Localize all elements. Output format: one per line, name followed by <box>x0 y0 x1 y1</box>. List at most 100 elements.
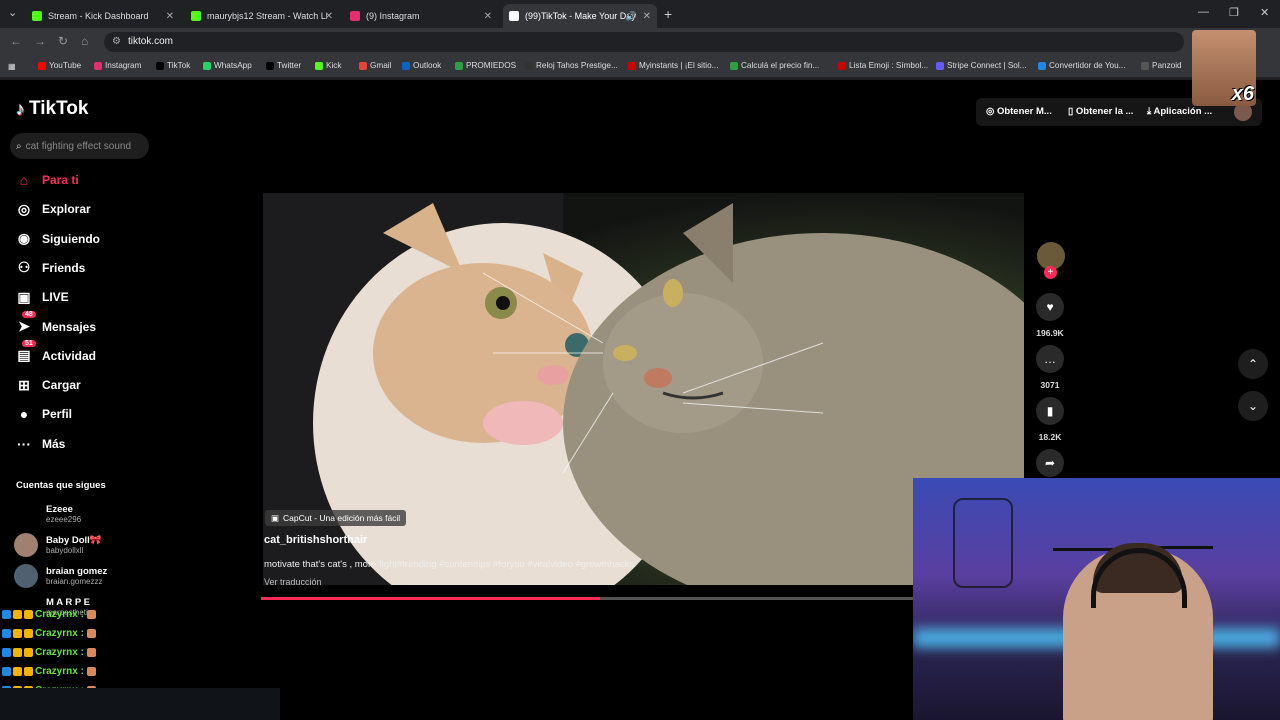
chat-badge-icon <box>2 629 11 638</box>
get-coins-button[interactable]: ◎ Obtener M... <box>986 106 1052 117</box>
close-icon[interactable]: ✕ <box>325 11 333 22</box>
home-icon: ⌂ <box>19 172 29 188</box>
avatar <box>14 533 38 557</box>
video-progress-bar[interactable] <box>261 597 913 600</box>
get-app-button[interactable]: ▯ Obtener la ... <box>1068 106 1133 117</box>
nav-item-perfil[interactable]: ● Perfil <box>14 403 72 425</box>
bookmark-item[interactable]: PROMIEDOS <box>455 61 516 70</box>
more-icon: ··· <box>17 435 31 452</box>
bookmark-icon: ▮ <box>1046 404 1054 418</box>
chevron-up-icon: ⌃ <box>1247 357 1259 371</box>
capcut-icon: ▣ <box>271 512 280 523</box>
bookmark-item[interactable]: WhatsApp <box>203 61 252 70</box>
bookmark-item[interactable]: Stripe Connect | Sol... <box>936 61 1027 70</box>
bookmark-item[interactable]: Reloj Tahos Prestige... <box>525 61 618 70</box>
share-button[interactable]: ➦ <box>1036 449 1064 477</box>
forward-icon[interactable]: → <box>34 34 46 48</box>
next-video-button[interactable]: ⌄ <box>1238 391 1268 421</box>
video-description: motivate that's cat's , more fight#trend… <box>264 559 635 570</box>
chat-badge-icon <box>24 610 33 619</box>
bookmark-item[interactable]: Panzoid <box>1141 61 1182 70</box>
chat-message: Crazyrnx : <box>2 647 98 658</box>
tab-search-icon[interactable]: ⌄ <box>8 6 17 19</box>
home-icon[interactable]: ⌂ <box>81 34 88 48</box>
close-icon[interactable]: ✕ <box>643 11 651 22</box>
nav-item-explorar[interactable]: ◎ Explorar <box>14 198 91 220</box>
close-icon[interactable]: ✕ <box>166 11 174 22</box>
profile-icon: ● <box>19 406 29 423</box>
nav-item-más[interactable]: ··· Más <box>14 433 65 455</box>
address-bar[interactable]: ⚙ tiktok.com <box>104 32 1184 52</box>
chat-message: Crazyrnx : <box>2 628 98 639</box>
nav-item-siguiendo[interactable]: ◉ Siguiendo <box>14 228 100 250</box>
comment-button[interactable]: … <box>1036 345 1064 373</box>
back-icon[interactable]: ← <box>10 34 22 48</box>
live-icon: ▣ <box>17 288 31 305</box>
nav-item-mensajes[interactable]: ➤ 48 Mensajes <box>14 310 96 338</box>
tab-instagram[interactable]: (9) Instagram ✕ <box>344 4 498 28</box>
save-button[interactable]: ▮ <box>1036 397 1064 425</box>
tab-tiktok[interactable]: (99)TikTok - Make Your Day 🔊 ✕ <box>503 4 657 28</box>
chat-badge-icon <box>24 648 33 657</box>
bookmark-item[interactable]: Twitter <box>266 61 301 70</box>
bookmark-favicon-icon <box>455 61 463 70</box>
site-info-icon[interactable]: ⚙ <box>112 36 121 47</box>
chat-badge-icon <box>2 610 11 619</box>
shelf <box>1053 548 1113 551</box>
account-text: Ezeee ezeee296 <box>46 504 82 524</box>
bookmark-favicon-icon <box>266 61 274 70</box>
follow-plus-icon[interactable]: + <box>1044 266 1057 279</box>
maximize-icon[interactable]: ❐ <box>1229 6 1239 19</box>
video-player[interactable] <box>263 193 1024 585</box>
desktop-app-button[interactable]: ⤓ Aplicación ... <box>1147 106 1212 117</box>
tiktok-logo[interactable]: ♪ TikTok <box>16 98 88 120</box>
bookmark-item[interactable]: Instagram <box>94 61 141 70</box>
bookmark-item[interactable]: Convertidor de You... <box>1038 61 1125 70</box>
bookmark-item[interactable]: TikTok <box>156 61 190 70</box>
compass-icon: ◎ <box>17 200 31 217</box>
bookmark-favicon-icon <box>525 61 533 70</box>
nav-item-friends[interactable]: ⚇ Friends <box>14 257 86 279</box>
emote-overlay: x6 <box>1192 30 1256 106</box>
video-username[interactable]: cat_britishshorthair <box>264 534 367 546</box>
following-account[interactable]: Ezeee ezeee296 <box>14 502 81 526</box>
bookmark-item[interactable]: Myinstants | ¡El sitio... <box>628 61 718 70</box>
window-close-icon[interactable]: ✕ <box>1260 6 1269 19</box>
bookmark-item[interactable]: Calculá el precio fin... <box>730 61 819 70</box>
like-button[interactable]: ♥ <box>1036 293 1064 321</box>
minimize-icon[interactable]: — <box>1198 6 1209 18</box>
emote-icon <box>86 629 96 638</box>
bookmark-item[interactable]: Lista Emoji : Símbol... <box>838 61 928 70</box>
bookmark-item[interactable]: YouTube <box>38 61 81 70</box>
chat-message: Crazyrnx : <box>2 666 98 677</box>
speaker-icon[interactable]: 🔊 <box>626 11 637 22</box>
nav-item-para-ti[interactable]: ⌂ Para ti <box>14 169 79 191</box>
new-tab-button[interactable]: + <box>664 6 672 22</box>
chat-badge-icon <box>2 648 11 657</box>
chat-badge-icon <box>13 610 22 619</box>
likes-count: 196.9K <box>1036 328 1064 338</box>
close-icon[interactable]: ✕ <box>484 11 492 22</box>
nav-item-live[interactable]: ▣ LIVE <box>14 286 68 308</box>
bookmark-favicon-icon <box>838 61 846 70</box>
chat-badge-icon <box>13 648 22 657</box>
following-account[interactable]: braian gomez braian.gomezzz <box>14 564 107 588</box>
bookmark-item[interactable]: Outlook <box>402 61 441 70</box>
bookmark-item[interactable]: Kick <box>315 61 341 70</box>
nav-item-cargar[interactable]: ⊞ Cargar <box>14 374 81 396</box>
reload-icon[interactable]: ↻ <box>58 34 68 48</box>
apps-icon[interactable]: ▦ <box>8 61 16 71</box>
account-text: braian gomez braian.gomezzz <box>46 566 108 586</box>
capcut-tag[interactable]: ▣ CapCut - Una edición más fácil <box>265 510 407 526</box>
tab-kick-stream[interactable]: maurybjs12 Stream - Watch Live ✕ <box>185 4 339 28</box>
nav-item-actividad[interactable]: ▤ 51 Actividad <box>14 339 96 367</box>
tab-kick-dashboard[interactable]: Stream - Kick Dashboard ✕ <box>26 4 180 28</box>
following-account[interactable]: Baby Doll🎀 babydollxll <box>14 533 102 557</box>
previous-video-button[interactable]: ⌃ <box>1238 349 1268 379</box>
kick-favicon-icon <box>191 11 201 21</box>
bookmark-item[interactable]: Gmail <box>359 61 391 70</box>
translate-link[interactable]: Ver traducción <box>264 577 322 587</box>
video-progress-fill <box>261 597 601 600</box>
emote-icon <box>86 610 96 619</box>
search-input[interactable]: ⌕ cat fighting effect sound <box>10 133 149 159</box>
